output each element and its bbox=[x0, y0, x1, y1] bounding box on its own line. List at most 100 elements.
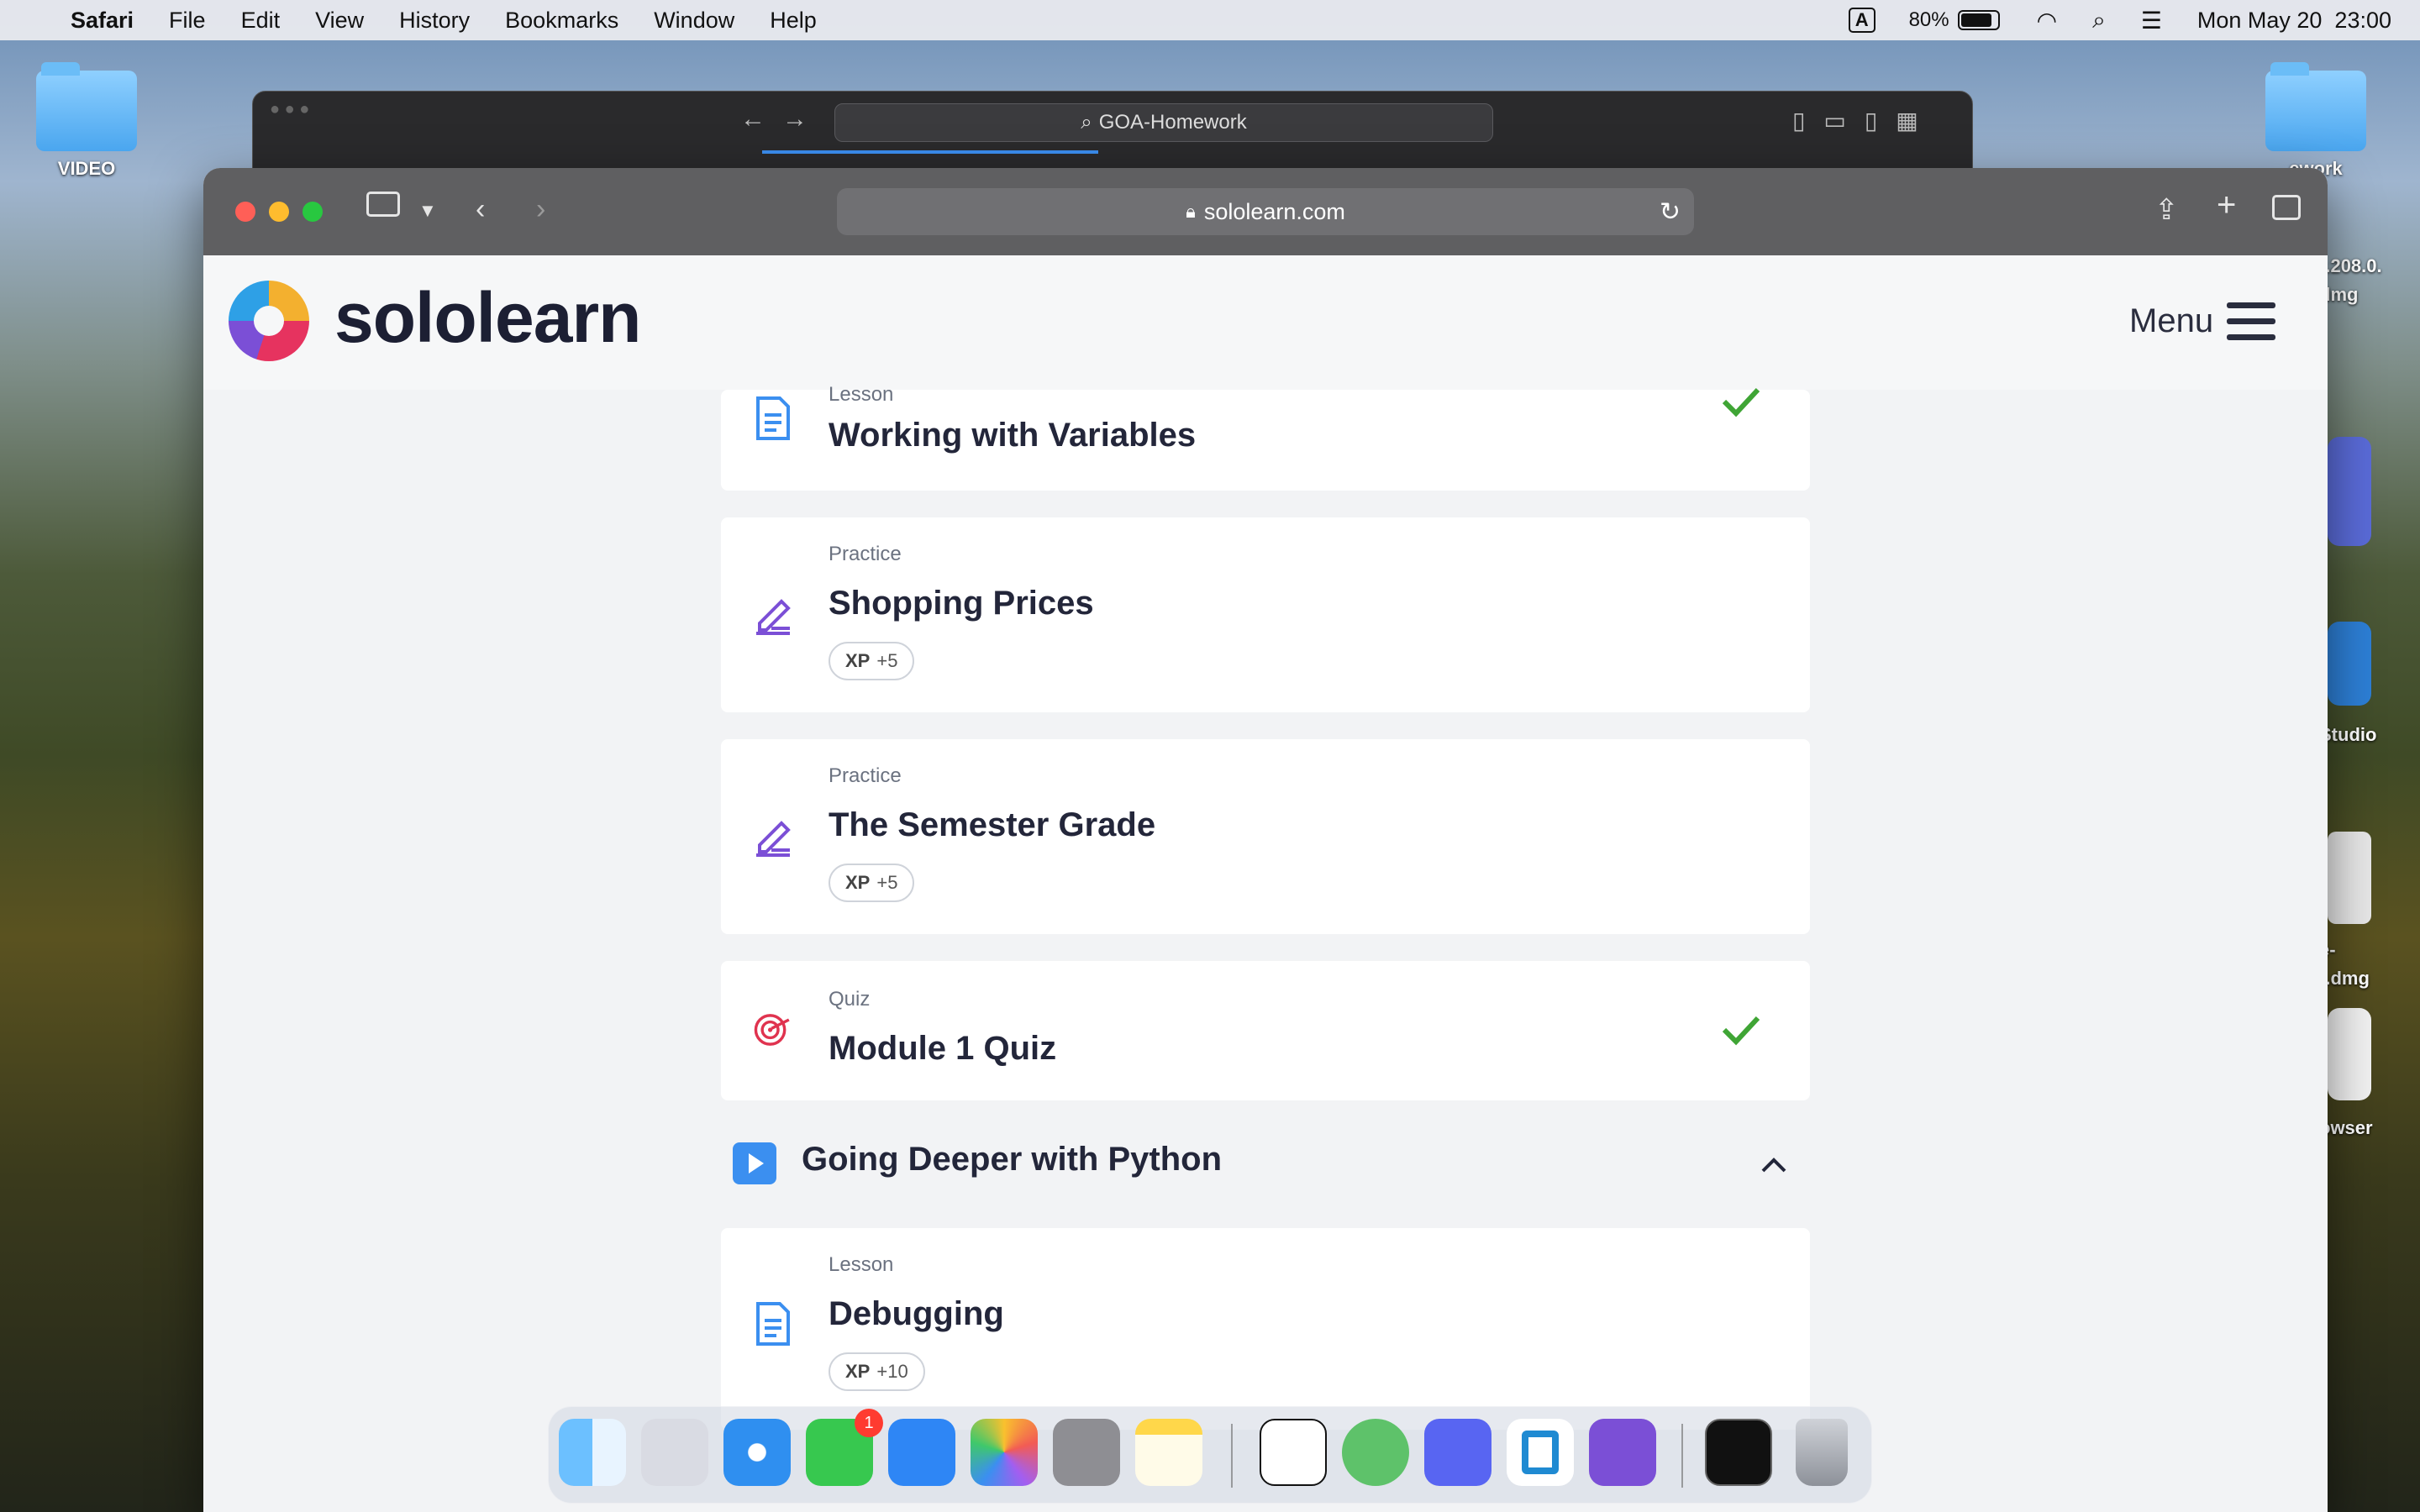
desktop-app-browser[interactable]: owser bbox=[2319, 1117, 2420, 1139]
cloud-upload-icon[interactable] bbox=[1342, 1419, 1409, 1486]
zoom-window-button[interactable] bbox=[302, 202, 323, 222]
new-tab-icon[interactable]: + bbox=[2217, 186, 2236, 224]
xp-value: +10 bbox=[876, 1361, 908, 1382]
address-bar[interactable]: 🔒︎ sololearn.com ↻ bbox=[837, 188, 1694, 235]
layout-icons[interactable]: ▯▭▯▦ bbox=[1792, 107, 1937, 134]
desktop-file-icon[interactable] bbox=[2328, 832, 2371, 924]
quiz-item[interactable]: Quiz Module 1 Quiz bbox=[721, 961, 1810, 1100]
window-controls-inactive[interactable]: ● ● ● bbox=[270, 100, 309, 119]
practice-item[interactable]: Practice The Semester Grade XP +5 bbox=[721, 739, 1810, 934]
dock: 1 bbox=[548, 1406, 1872, 1504]
safari-icon[interactable] bbox=[723, 1419, 791, 1486]
menu-label[interactable]: Menu bbox=[2129, 302, 2213, 340]
address-text: sololearn.com bbox=[1203, 198, 1345, 224]
back-button[interactable]: ‹ bbox=[476, 193, 485, 226]
wifi-icon[interactable]: ◠ bbox=[2037, 7, 2057, 34]
check-icon bbox=[1722, 387, 1760, 417]
folder-icon bbox=[2265, 62, 2366, 151]
github-desktop-icon[interactable] bbox=[1589, 1419, 1656, 1486]
xp-badge: XP +5 bbox=[829, 642, 915, 680]
item-title: Module 1 Quiz bbox=[829, 1030, 1057, 1067]
video-section-icon bbox=[733, 1142, 776, 1184]
close-window-button[interactable] bbox=[235, 202, 255, 222]
desktop-file-label: e- bbox=[2319, 936, 2420, 964]
menu-bookmarks[interactable]: Bookmarks bbox=[505, 8, 618, 34]
item-type: Quiz bbox=[829, 988, 871, 1011]
xp-value: +5 bbox=[876, 650, 898, 671]
pencil-icon bbox=[756, 599, 791, 635]
xp-badge: XP +5 bbox=[829, 864, 915, 902]
chevron-down-icon[interactable]: ▼ bbox=[418, 200, 437, 222]
browser-toolbar: ▼ ‹ › 🔒︎ sololearn.com ↻ ⇪ + bbox=[203, 168, 2328, 255]
brand-name[interactable]: sololearn bbox=[334, 277, 641, 359]
trash-icon[interactable] bbox=[1796, 1419, 1848, 1486]
desktop-file-label: dmg bbox=[2319, 284, 2359, 305]
site-header: sololearn Menu bbox=[203, 255, 2328, 390]
section-title[interactable]: Going Deeper with Python bbox=[802, 1141, 1222, 1179]
forward-arrow-icon[interactable]: → bbox=[782, 105, 808, 134]
mail-icon[interactable] bbox=[888, 1419, 955, 1486]
tab-overview-icon[interactable] bbox=[2272, 195, 2301, 220]
desktop-file-label: r.208.0. bbox=[2319, 255, 2382, 276]
reload-icon[interactable]: ↻ bbox=[1660, 197, 1681, 227]
xp-badge: XP +10 bbox=[829, 1352, 925, 1391]
desktop-app-icon[interactable] bbox=[2328, 437, 2371, 546]
item-type: Practice bbox=[829, 764, 902, 787]
menu-help[interactable]: Help bbox=[770, 8, 817, 34]
forward-button[interactable]: › bbox=[536, 193, 545, 226]
menu-edit[interactable]: Edit bbox=[241, 8, 281, 34]
menu-file[interactable]: File bbox=[169, 8, 206, 34]
chevron-up-icon[interactable] bbox=[1760, 1151, 1788, 1179]
check-icon bbox=[1722, 1016, 1760, 1046]
back-arrow-icon[interactable]: ← bbox=[740, 105, 765, 134]
desktop-folder-video[interactable]: VIDEO bbox=[24, 62, 150, 180]
desktop-app-icon[interactable] bbox=[2328, 622, 2371, 706]
system-settings-icon[interactable] bbox=[1053, 1419, 1120, 1486]
browser-window[interactable]: ▼ ‹ › 🔒︎ sololearn.com ↻ ⇪ + sololearn M… bbox=[203, 168, 2328, 1512]
sololearn-logo[interactable] bbox=[229, 281, 309, 361]
spotlight-search-icon[interactable]: ⌕ bbox=[2092, 7, 2106, 34]
photos-icon[interactable] bbox=[971, 1419, 1038, 1486]
practice-item[interactable]: Practice Shopping Prices XP +5 bbox=[721, 517, 1810, 712]
desktop-file-dmg[interactable]: r.208.0. dmg bbox=[2319, 252, 2420, 309]
vscode-icon[interactable] bbox=[1507, 1419, 1574, 1486]
lesson-icon bbox=[756, 1302, 790, 1346]
control-center-icon[interactable]: ☰ bbox=[2141, 7, 2162, 34]
desktop-file-dmg2[interactable]: e- r.dmg bbox=[2319, 936, 2420, 993]
desktop-browser-icon[interactable] bbox=[2328, 1008, 2371, 1100]
hamburger-menu-icon[interactable] bbox=[2227, 302, 2275, 343]
lesson-item[interactable]: Lesson Working with Variables bbox=[721, 383, 1810, 491]
messages-icon[interactable]: 1 bbox=[806, 1409, 883, 1486]
battery-icon[interactable] bbox=[1957, 10, 2000, 30]
notification-badge: 1 bbox=[855, 1409, 883, 1437]
notes-icon[interactable] bbox=[1135, 1419, 1202, 1486]
item-title: Working with Variables bbox=[829, 417, 1197, 454]
xp-value: +5 bbox=[876, 872, 898, 893]
finder-icon[interactable] bbox=[559, 1419, 626, 1486]
item-title: Debugging bbox=[829, 1295, 1004, 1332]
launchpad-icon[interactable] bbox=[641, 1419, 708, 1486]
xp-label: XP bbox=[845, 872, 871, 893]
lesson-item[interactable]: Lesson Debugging XP +10 bbox=[721, 1228, 1810, 1430]
share-icon[interactable]: ⇪ bbox=[2154, 193, 2179, 227]
terminal-window-icon[interactable] bbox=[1705, 1419, 1772, 1486]
background-address-bar[interactable]: ⌕ GOA-Homework bbox=[834, 103, 1493, 142]
keyboard-input-icon[interactable]: A bbox=[1848, 8, 1876, 33]
menu-window[interactable]: Window bbox=[654, 8, 734, 34]
menu-view[interactable]: View bbox=[315, 8, 364, 34]
pencil-icon bbox=[756, 821, 791, 857]
clock[interactable]: Mon May 20 23:00 bbox=[2197, 8, 2391, 34]
dock-separator bbox=[1681, 1424, 1683, 1488]
sidebar-toggle-icon[interactable] bbox=[366, 192, 400, 217]
desktop-folder-homework[interactable]: ework bbox=[2249, 62, 2383, 180]
menu-app-name[interactable]: Safari bbox=[71, 8, 134, 34]
dock-separator bbox=[1231, 1424, 1233, 1488]
desktop-app-studio[interactable]: Studio bbox=[2319, 724, 2420, 746]
minimize-window-button[interactable] bbox=[269, 202, 289, 222]
menu-history[interactable]: History bbox=[399, 8, 470, 34]
item-type: Lesson bbox=[829, 383, 894, 406]
battery-percent: 80% bbox=[1908, 8, 1949, 31]
discord-icon[interactable] bbox=[1424, 1419, 1491, 1486]
capcut-icon[interactable] bbox=[1260, 1419, 1327, 1486]
tab-indicator bbox=[762, 150, 1098, 154]
